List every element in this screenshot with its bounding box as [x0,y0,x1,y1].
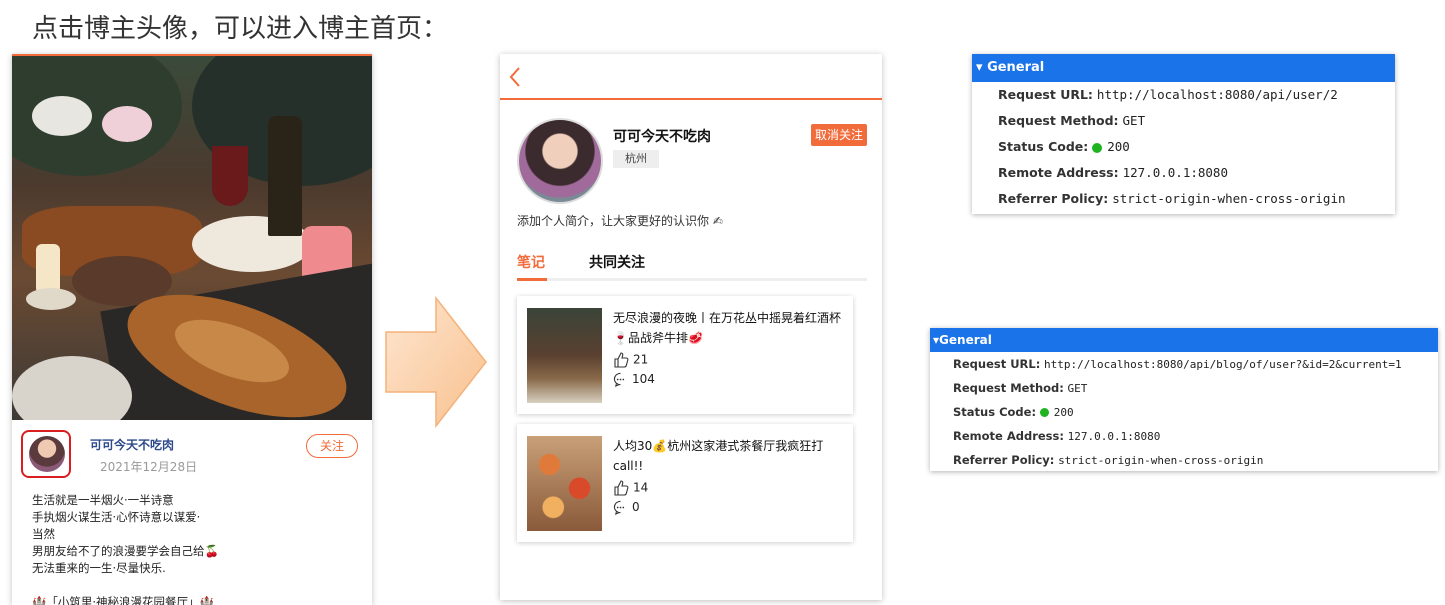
status-code-label: Status Code: [953,405,1037,419]
blog-content: 生活就是一半烟火·一半诗意 手执烟火谋生活·心怀诗意以谋爱· 当然 男朋友给不了… [32,492,219,605]
note-like-count: 14 [633,480,649,495]
triangle-down-icon: ▾ [976,60,983,75]
status-dot-icon [1092,142,1103,153]
request-method-row: Request Method: GET [930,376,1438,400]
user-city-badge: 杭州 [613,150,659,168]
note-likes[interactable]: 21 [613,352,648,368]
remote-address-row: Remote Address: 127.0.0.1:8080 [972,160,1395,186]
referrer-policy-value: strict-origin-when-cross-origin [1058,454,1264,467]
request-url-value: http://localhost:8080/api/blog/of/user?&… [1044,358,1402,371]
request-url-label: Request URL: [953,357,1041,371]
note-comments[interactable]: 104 [613,372,655,387]
unfollow-button[interactable]: 取消关注 [811,124,867,146]
note-comments[interactable]: 0 [613,500,640,515]
status-code-value: 200 [1053,406,1074,419]
general-header-label: General [987,60,1045,75]
user-home-panel: 可可今天不吃肉 杭州 取消关注 添加个人简介，让大家更好的认识你 ✍ 笔记 共同… [500,54,882,600]
note-thumbnail[interactable] [527,436,602,531]
content-line: 手执烟火谋生活·心怀诗意以谋爱· [32,510,201,524]
devtools-general-panel-blog: ▾General Request URL: http://localhost:8… [930,328,1438,471]
author-avatar[interactable] [29,436,65,472]
slide-title: 点击博主头像，可以进入博主首页： [32,14,449,44]
general-header-label: General [939,333,992,347]
tab-track [517,278,867,281]
referrer-policy-value: strict-origin-when-cross-origin [1112,191,1346,206]
author-name[interactable]: 可可今天不吃肉 [90,436,174,453]
tab-active-indicator [517,278,547,281]
tab-notes[interactable]: 笔记 [517,252,545,272]
author-avatar-highlight[interactable] [21,430,71,478]
general-header[interactable]: ▾General [930,328,1438,352]
user-name: 可可今天不吃肉 [613,129,711,145]
note-comment-count: 0 [632,500,640,514]
remote-address-row: Remote Address: 127.0.0.1:8080 [930,424,1438,448]
header-divider [500,98,882,100]
right-arrow-icon [385,296,487,428]
status-code-value: 200 [1107,139,1130,154]
comment-icon [613,500,625,515]
request-url-value: http://localhost:8080/api/user/2 [1096,87,1338,102]
note-title[interactable]: 无尽浪漫的夜晚丨在万花丛中摇晃着红酒杯🍷品战斧牛排🥩 [613,308,849,348]
note-card[interactable]: 无尽浪漫的夜晚丨在万花丛中摇晃着红酒杯🍷品战斧牛排🥩 21 104 [517,296,853,414]
referrer-policy-label: Referrer Policy: [953,453,1055,467]
status-code-row: Status Code: 200 [972,134,1395,160]
request-method-value: GET [1067,382,1088,395]
content-line [32,577,219,594]
content-line: 当然 [32,527,55,541]
remote-address-label: Remote Address: [998,165,1119,180]
request-method-value: GET [1122,113,1146,128]
post-date: 2021年12月28日 [100,460,198,474]
remote-address-label: Remote Address: [953,429,1064,443]
content-line: 无法重来的一生·尽量快乐. [32,561,166,575]
follow-button[interactable]: 关注 [306,434,358,458]
request-url-row: Request URL: http://localhost:8080/api/b… [930,352,1438,376]
note-card[interactable]: 人均30💰杭州这家港式茶餐厅我疯狂打call!! 14 0 [517,424,853,542]
referrer-policy-row: Referrer Policy: strict-origin-when-cros… [972,186,1395,212]
note-likes[interactable]: 14 [613,480,648,496]
remote-address-value: 127.0.0.1:8080 [1067,430,1161,443]
note-title[interactable]: 人均30💰杭州这家港式茶餐厅我疯狂打call!! [613,436,849,476]
remote-address-value: 127.0.0.1:8080 [1122,165,1228,180]
user-avatar [517,118,603,204]
blog-photo [12,56,372,420]
status-code-label: Status Code: [998,139,1089,154]
devtools-general-panel-user: ▾ General Request URL: http://localhost:… [972,54,1395,214]
request-method-row: Request Method: GET [972,108,1395,134]
like-thumb-icon [614,352,629,368]
request-method-label: Request Method: [998,113,1119,128]
request-url-label: Request URL: [998,87,1093,102]
content-line: 生活就是一半烟火·一半诗意 [32,493,174,507]
content-line: 🏰「小筑里·神秘浪漫花园餐厅」🏰 [32,595,214,605]
like-thumb-icon [614,480,629,496]
status-code-row: Status Code: 200 [930,400,1438,424]
blog-detail-panel: 可可今天不吃肉 2021年12月28日 关注 生活就是一半烟火·一半诗意 手执烟… [12,54,372,605]
note-thumbnail[interactable] [527,308,602,403]
tab-common-follows[interactable]: 共同关注 [589,252,645,272]
request-url-row: Request URL: http://localhost:8080/api/u… [972,82,1395,108]
general-header[interactable]: ▾ General [972,54,1395,82]
note-comment-count: 104 [632,372,655,386]
content-line: 男朋友给不了的浪漫要学会自己给🍒 [32,544,219,558]
author-bar: 可可今天不吃肉 2021年12月28日 关注 [12,420,372,482]
user-intro[interactable]: 添加个人简介，让大家更好的认识你 ✍ [517,212,723,229]
status-dot-icon [1039,408,1049,417]
referrer-policy-label: Referrer Policy: [998,191,1109,206]
note-like-count: 21 [633,352,649,367]
referrer-policy-row: Referrer Policy: strict-origin-when-cros… [930,448,1438,471]
comment-icon [613,372,625,387]
back-chevron-icon[interactable] [506,64,524,90]
request-method-label: Request Method: [953,381,1064,395]
